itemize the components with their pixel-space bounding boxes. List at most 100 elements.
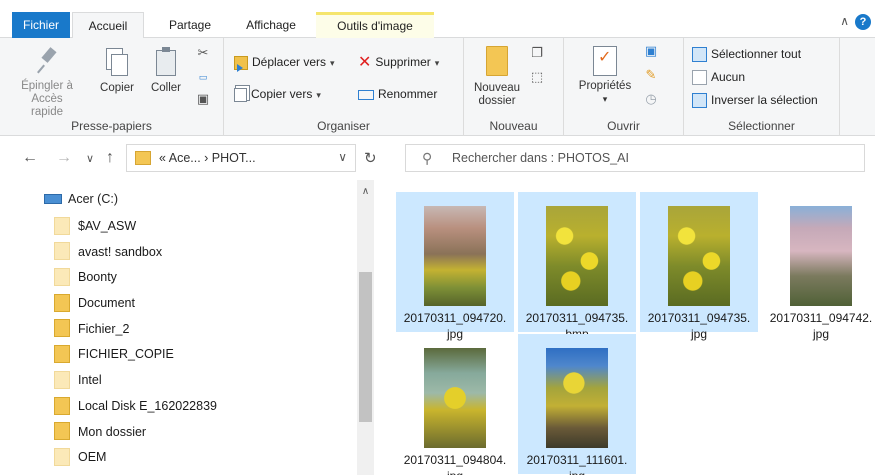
tree-item-folder[interactable]: OEM — [54, 445, 354, 471]
edit-icon[interactable]: ✎ — [644, 68, 658, 82]
tree-item-label: Document — [78, 296, 135, 311]
collapse-ribbon-icon[interactable]: ∧ — [840, 14, 849, 28]
folder-icon — [54, 216, 70, 235]
open-icon[interactable]: ▣ — [644, 44, 658, 58]
properties-label: Propriétés — [578, 80, 632, 92]
chevron-down-icon: ▾ — [434, 58, 440, 68]
help-icon[interactable]: ? — [855, 14, 871, 30]
address-path[interactable]: « Ace... › PHOT... — [159, 151, 256, 165]
group-label-organize: Organiser — [317, 119, 370, 133]
file-name-line1: 20170311_094720. — [403, 311, 507, 325]
tree-item-label: FICHIER_COPIE — [78, 347, 174, 362]
thumbnail-image — [424, 206, 486, 306]
paste-button[interactable]: Coller — [146, 46, 186, 95]
group-label-new: Nouveau — [489, 119, 538, 133]
group-open: Propriétés ▾ ▣ ✎ ◷ Ouvrir — [564, 38, 684, 136]
tree-item-folder[interactable]: $AV_ASW — [54, 214, 354, 240]
file-name-line1: 20170311_094735. — [525, 311, 629, 325]
copy-to-icon — [234, 87, 247, 102]
invert-selection-label: Inverser la sélection — [711, 93, 818, 107]
cut-icon[interactable]: ✂ — [196, 46, 210, 60]
invert-selection-icon — [692, 93, 707, 109]
move-to-button[interactable]: Déplacer vers ▾ — [234, 52, 335, 72]
move-to-icon — [234, 55, 248, 72]
group-label-open: Ouvrir — [607, 119, 640, 133]
folder-icon — [54, 268, 70, 287]
tab-view[interactable]: Affichage — [232, 12, 310, 39]
chevron-down-icon: ▾ — [316, 90, 321, 100]
file-list: 20170311_094720.jpg20170311_094735.bmp20… — [376, 180, 875, 475]
file-item[interactable]: 20170311_094720. jpg — [396, 192, 514, 341]
new-item-icon[interactable]: ❐ — [530, 46, 544, 60]
pin-quick-access-button[interactable]: Épingler à Accès rapide — [14, 46, 80, 119]
copy-button[interactable]: Copier — [96, 46, 138, 95]
select-all-button[interactable]: Sélectionner tout — [692, 44, 801, 64]
new-folder-button[interactable]: Nouveau dossier — [468, 46, 526, 108]
search-input[interactable]: Rechercher dans : PHOTOS_AI — [452, 151, 629, 165]
nav-scrollbar[interactable]: ∧ — [357, 180, 374, 475]
address-row: ← → ∨ ↑ « Ace... › PHOT... ∨ ↻ ⚲ Recherc… — [0, 136, 875, 180]
tree-item-folder[interactable]: FICHIER_COPIE — [54, 342, 354, 368]
thumbnail-image — [546, 348, 608, 448]
tree-item-label: Fichier_2 — [78, 321, 130, 336]
delete-icon: ✕ — [358, 53, 372, 71]
navigation-pane: Acer (C:) $AV_ASW avast! sandbox Boonty Doc… — [0, 180, 376, 475]
properties-button[interactable]: Propriétés ▾ — [572, 46, 638, 106]
tree-item-folder[interactable]: Mon dossier — [54, 420, 354, 446]
paste-shortcut-icon[interactable]: ▣ — [196, 92, 210, 106]
back-arrow-icon[interactable]: ← — [22, 149, 38, 167]
tree-item-folder[interactable]: Document — [54, 291, 354, 317]
group-new: Nouveau dossier ❐ ⬚ Nouveau — [464, 38, 564, 136]
group-organize: Déplacer vers ▾ Copier vers ▾ ✕ Supprimer ▾ … — [224, 38, 464, 136]
tree-item-folder[interactable]: Boonty — [54, 265, 354, 291]
tab-picture-tools[interactable]: Outils d'image — [316, 12, 434, 39]
tree-item-folder[interactable]: Intel — [54, 368, 354, 394]
pin-label-1: Épingler à — [21, 80, 73, 92]
file-item[interactable]: 20170311_094804.jpg — [396, 334, 514, 475]
tree-item-folder[interactable]: Local Disk E_162022839 — [54, 394, 354, 420]
file-name-line2: jpg — [396, 468, 514, 475]
copy-label: Copier — [100, 82, 134, 94]
delete-button[interactable]: ✕ Supprimer ▾ — [358, 52, 439, 72]
folder-icon — [135, 151, 151, 165]
folder-icon — [54, 319, 70, 338]
copy-to-button[interactable]: Copier vers ▾ — [234, 84, 321, 104]
scroll-up-icon[interactable]: ∧ — [357, 186, 374, 197]
tree-item-label: $AV_ASW — [78, 219, 137, 233]
search-box[interactable]: ⚲ Rechercher dans : PHOTOS_AI — [405, 144, 865, 172]
rename-button[interactable]: Renommer — [358, 84, 437, 104]
tree-item-folder[interactable]: Fichier_2 — [54, 317, 354, 343]
delete-label: Supprimer — [375, 55, 431, 69]
select-none-button[interactable]: Aucun — [692, 67, 745, 87]
tree-item-drive[interactable]: Acer (C:) — [44, 190, 118, 208]
copy-path-icon[interactable]: ▭ — [196, 70, 210, 84]
tab-file[interactable]: Fichier — [12, 12, 70, 39]
file-item[interactable]: 20170311_094742. jpg — [762, 192, 875, 341]
up-arrow-icon[interactable]: ↑ — [106, 149, 114, 167]
chevron-down-icon[interactable]: ∨ — [338, 150, 347, 164]
tree-item-folder[interactable]: avast! sandbox — [54, 240, 354, 266]
chevron-down-icon: ▾ — [602, 94, 608, 104]
folder-icon — [54, 345, 70, 364]
refresh-icon[interactable]: ↻ — [364, 149, 377, 167]
address-bar[interactable]: « Ace... › PHOT... ∨ — [126, 144, 356, 172]
scroll-thumb[interactable] — [359, 272, 372, 422]
history-icon[interactable]: ◷ — [644, 92, 658, 106]
tree-item-label: Mon dossier — [78, 424, 147, 439]
forward-arrow-icon[interactable]: → — [56, 149, 72, 167]
file-name-line2: jpg — [812, 327, 829, 341]
file-item[interactable]: 20170311_094735. jpg — [640, 192, 758, 341]
tab-home[interactable]: Accueil — [72, 12, 144, 40]
group-select: Sélectionner tout Aucun Inverser la séle… — [684, 38, 840, 136]
file-name-line1: 20170311_094804. — [403, 453, 507, 467]
chevron-down-icon: ▾ — [330, 58, 335, 68]
invert-selection-button[interactable]: Inverser la sélection — [692, 90, 818, 110]
recent-locations-chevron-icon[interactable]: ∨ — [86, 152, 94, 165]
file-name: 20170311_094804.jpg — [396, 452, 514, 475]
tab-share[interactable]: Partage — [148, 12, 232, 39]
file-item[interactable]: 20170311_111601.jpg — [518, 334, 636, 475]
easy-access-icon[interactable]: ⬚ — [530, 70, 544, 84]
file-item[interactable]: 20170311_094735.bmp — [518, 192, 636, 341]
new-folder-label-2: dossier — [478, 95, 516, 107]
ribbon: Épingler à Accès rapide Copier Coller ✂ … — [0, 38, 875, 136]
